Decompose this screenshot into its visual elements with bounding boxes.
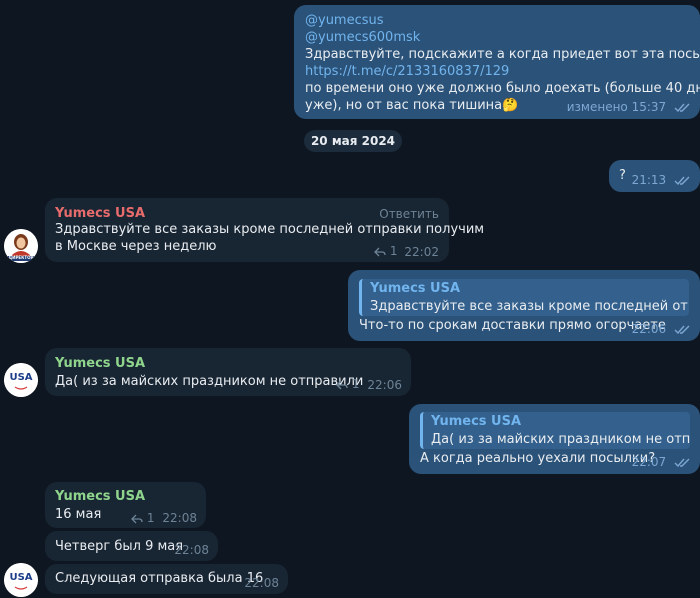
- double-check-icon: [674, 325, 690, 334]
- sender-name[interactable]: Yumecs USA: [55, 206, 145, 221]
- message-text-line: Здравствуйте, подскажите а когда приедет…: [305, 47, 700, 62]
- message-text-line: уже), но от вас пока тишина🤔: [305, 98, 519, 113]
- message-outgoing-1[interactable]: @yumecsus @yumecs600msk Здравствуйте, по…: [294, 5, 700, 119]
- message-time: 22:08: [174, 543, 209, 557]
- message-time: 21:13: [631, 173, 667, 187]
- reply-arrow-icon: [336, 380, 348, 389]
- double-check-icon: [674, 103, 690, 112]
- double-check-icon: [674, 458, 690, 467]
- message-link[interactable]: https://t.me/c/2133160837/129: [305, 63, 509, 81]
- avatar-label: ДИРЕКТОР: [8, 255, 34, 260]
- message-incoming-9[interactable]: Следующая отправка была 16 22:08: [45, 564, 288, 594]
- message-outgoing-6[interactable]: Yumecs USA Да( из за майских праздником …: [409, 404, 700, 474]
- message-time: 22:07: [631, 455, 667, 469]
- replies-indicator[interactable]: 1: [131, 511, 154, 525]
- message-meta: 22:06: [632, 322, 692, 336]
- message-incoming-8[interactable]: Четверг был 9 мая 22:08: [45, 531, 218, 561]
- sender-name[interactable]: Yumecs USA: [55, 356, 145, 371]
- message-meta: 21:13: [632, 173, 692, 187]
- reply-arrow-icon: [374, 247, 386, 256]
- reply-count: 1: [389, 244, 398, 258]
- edited-time: изменено 15:37: [566, 100, 667, 114]
- message-time: 22:06: [367, 378, 402, 392]
- message-text: 16 мая: [55, 507, 102, 522]
- replies-indicator[interactable]: 1: [374, 244, 397, 258]
- message-incoming-5[interactable]: Yumecs USA Да( из за майских праздником …: [45, 348, 411, 396]
- reply-quote[interactable]: Yumecs USA Здравствуйте все заказы кроме…: [359, 279, 689, 316]
- reply-count: 1: [146, 511, 155, 525]
- message-text: А когда реально уехали посылки?: [420, 451, 656, 466]
- reply-count: 1: [351, 377, 360, 391]
- message-text-line: по времени оно уже должно было доехать (…: [305, 81, 700, 96]
- message-text: Да( из за майских праздником не отправил…: [55, 374, 364, 389]
- message-outgoing-4[interactable]: Yumecs USA Здравствуйте все заказы кроме…: [348, 270, 700, 341]
- reply-quote[interactable]: Yumecs USA Да( из за майских праздником …: [420, 412, 690, 449]
- message-text: Что-то по срокам доставки прямо огорчает…: [359, 318, 666, 333]
- message-time: 22:08: [162, 511, 197, 525]
- sender-name[interactable]: Yumecs USA: [55, 489, 145, 504]
- avatar-label: USA: [9, 372, 33, 383]
- quote-text: Да( из за майских праздником не отпра...: [431, 432, 690, 447]
- message-meta: изменено 15:37: [567, 100, 692, 114]
- message-outgoing-2[interactable]: ? 21:13: [609, 160, 700, 192]
- message-meta: 22:07: [632, 455, 692, 469]
- avatar-usa[interactable]: USA: [4, 363, 38, 397]
- avatar-director[interactable]: ДИРЕКТОР: [4, 229, 38, 263]
- message-text: Следующая отправка была 16: [55, 571, 264, 586]
- message-time: 22:08: [244, 576, 279, 590]
- message-text-line: в Москве через неделю: [55, 239, 217, 254]
- quote-sender: Yumecs USA: [370, 281, 461, 296]
- message-text: ?: [619, 168, 626, 183]
- mention-yumecs600msk[interactable]: @yumecs600msk: [305, 29, 420, 47]
- reply-arrow-icon: [131, 514, 143, 523]
- double-check-icon: [674, 176, 690, 185]
- avatar-usa[interactable]: USA: [4, 563, 38, 597]
- avatar-label: USA: [9, 572, 33, 583]
- message-incoming-7[interactable]: Yumecs USA 16 мая 1 22:08: [45, 482, 206, 528]
- mention-yumecsus[interactable]: @yumecsus: [305, 12, 384, 30]
- message-time: 22:02: [404, 245, 439, 259]
- replies-indicator[interactable]: 1: [336, 377, 359, 391]
- message-text-line: Здравствуйте все заказы кроме последней …: [55, 222, 485, 237]
- message-text: Четверг был 9 мая: [55, 539, 184, 554]
- quote-text: Здравствуйте все заказы кроме последней …: [370, 299, 689, 314]
- message-incoming-3[interactable]: Yumecs USA Ответить Здравствуйте все зак…: [45, 198, 484, 262]
- message-time: 22:06: [631, 322, 667, 336]
- quote-sender: Yumecs USA: [431, 414, 522, 429]
- date-separator: 20 мая 2024: [304, 130, 402, 152]
